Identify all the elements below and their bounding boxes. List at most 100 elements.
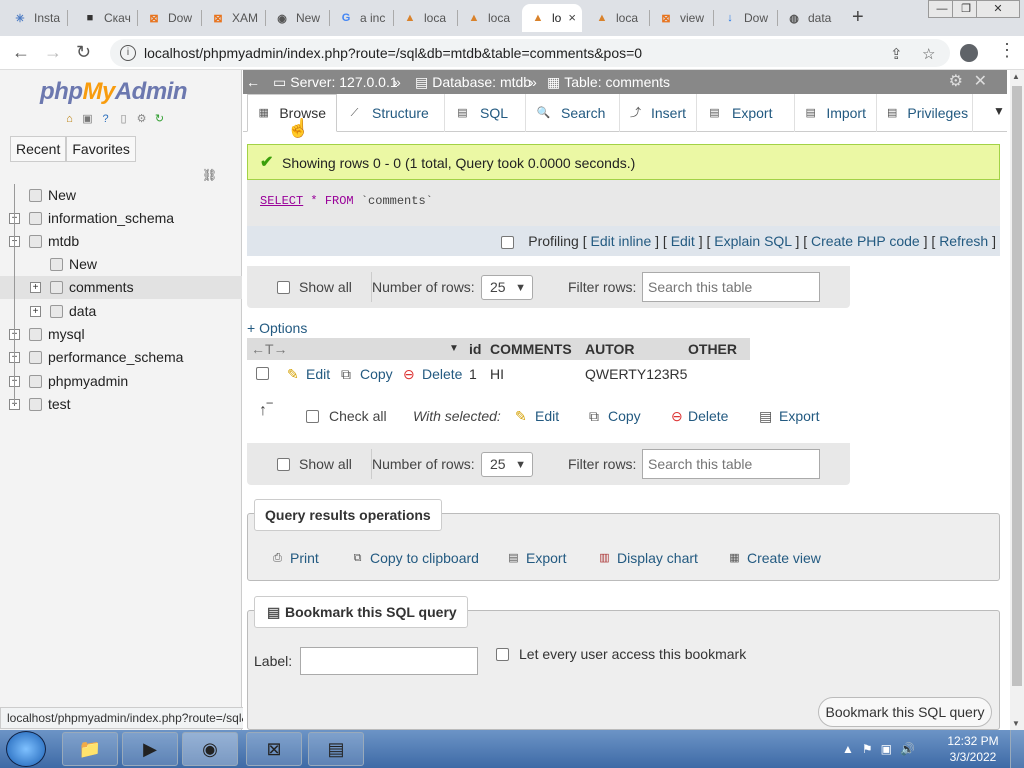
media-player-taskbar-icon[interactable]: ▶ [122, 732, 178, 766]
scroll-down-icon[interactable]: ▼ [1012, 719, 1020, 728]
breadcrumb-table[interactable]: ▦ Table: comments [547, 70, 670, 94]
bulk-edit-button[interactable]: Edit [535, 408, 559, 424]
close-window-button[interactable]: ✕ [976, 0, 1020, 18]
flag-icon[interactable]: ⚑ [862, 742, 873, 756]
options-link[interactable]: + Options [247, 320, 307, 336]
breadcrumb-server[interactable]: ▭ Server: 127.0.0.1 [273, 70, 398, 94]
column-header-comments[interactable]: COMMENTS [490, 338, 572, 360]
browser-tab[interactable]: ✳ Insta [4, 4, 64, 32]
browser-tab[interactable]: ⊠ Dow [138, 4, 198, 32]
tree-phpmyadmin[interactable]: +phpmyadmin [0, 370, 242, 393]
tree-data[interactable]: + data [0, 300, 242, 323]
refresh-link[interactable]: Refresh [939, 233, 988, 249]
favorites-tab[interactable]: Favorites [66, 136, 136, 162]
cell-autor[interactable]: QWERTY123R5 [585, 360, 687, 388]
browser-tab[interactable]: ↓ Dow [714, 4, 774, 32]
chrome-taskbar-icon[interactable]: ◉ [182, 732, 238, 766]
scroll-thumb[interactable] [1012, 86, 1022, 686]
browser-tab[interactable]: ◉ New [266, 4, 326, 32]
tree-mtdb[interactable]: −mtdb [0, 230, 242, 253]
reload-icon[interactable]: ↻ [76, 42, 91, 63]
edit-inline-link[interactable]: Edit inline [591, 233, 652, 249]
tree-new[interactable]: New [0, 184, 242, 207]
pencil-icon[interactable]: ✎ [287, 360, 299, 388]
address-bar[interactable]: i localhost/phpmyadmin/index.php?route=/… [110, 39, 950, 67]
link-with-main-icon[interactable]: ⛓ [202, 168, 217, 182]
home-icon[interactable]: ⌂ [62, 112, 77, 127]
network-icon[interactable]: ▣ [881, 742, 892, 756]
tab-privileges[interactable]: ▤ Privileges [877, 94, 973, 132]
gear-icon[interactable]: ⚙ [949, 70, 963, 94]
xampp-taskbar-icon[interactable]: ⊠ [246, 732, 302, 766]
show-all-checkbox[interactable] [277, 457, 290, 471]
row-delete-link[interactable]: Delete [422, 360, 462, 388]
create-view-link[interactable]: ▦ Create view [727, 550, 821, 566]
expand-icon[interactable]: + [30, 306, 41, 317]
tree-test[interactable]: + test [0, 393, 242, 416]
tray-expand-icon[interactable]: ▲ [842, 742, 854, 756]
browser-tab[interactable]: ▲ loca [458, 4, 518, 32]
bulk-export-button[interactable]: Export [779, 408, 819, 424]
explorer-taskbar-icon[interactable]: 📁 [62, 732, 118, 766]
browser-menu-icon[interactable]: ⋮ [998, 40, 1016, 61]
forward-icon[interactable]: → [44, 42, 62, 63]
settings-icon[interactable]: ⚙ [134, 112, 149, 127]
cell-comments[interactable]: HI [490, 360, 504, 388]
browser-tab[interactable]: ▲ lo × [522, 4, 582, 32]
delete-icon[interactable]: ⊖ [403, 360, 415, 388]
phpmyadmin-logo[interactable]: phpMyAdmin [40, 78, 188, 106]
bookmark-label-input[interactable] [300, 647, 478, 675]
breadcrumb-database[interactable]: ▤ Database: mtdb [415, 70, 531, 94]
bookmark-submit-button[interactable]: Bookmark this SQL query [818, 697, 992, 727]
browser-tab[interactable]: Ga inc [330, 4, 390, 32]
browser-tab[interactable]: ⊠ XAM [202, 4, 262, 32]
notepad-taskbar-icon[interactable]: ▤ [308, 732, 364, 766]
print-link[interactable]: ⎙ Print [270, 550, 319, 566]
tree-mysql[interactable]: +mysql [0, 323, 242, 346]
browser-tab[interactable]: ▲ loca [394, 4, 454, 32]
edit-link[interactable]: Edit [671, 233, 695, 249]
every-user-checkbox[interactable] [496, 648, 509, 661]
filter-rows-input[interactable]: Search this table [642, 449, 820, 479]
tab-sql[interactable]: ▤ SQL [445, 94, 526, 132]
row-edit-link[interactable]: Edit [306, 360, 330, 388]
bulk-copy-button[interactable]: Copy [608, 408, 641, 424]
site-info-icon[interactable]: i [120, 45, 136, 61]
rows-per-page-select[interactable]: 25 ▼ [481, 451, 533, 477]
volume-icon[interactable]: 🔊 [900, 742, 915, 756]
copy-clipboard-link[interactable]: ⧉ Copy to clipboard [350, 550, 479, 566]
tree-performance-schema[interactable]: +performance_schema [0, 346, 242, 369]
rows-per-page-select[interactable]: 25 ▼ [481, 274, 533, 300]
check-all-label[interactable]: Check all [329, 408, 387, 424]
browser-tab[interactable]: ▲ loca [586, 4, 646, 32]
tree-mtdb-new[interactable]: New [0, 253, 242, 276]
filter-rows-input[interactable]: Search this table [642, 272, 820, 302]
vertical-scrollbar[interactable]: ▲ ▼ [1010, 70, 1024, 730]
share-icon[interactable]: ⇪ [890, 45, 903, 63]
export-link[interactable]: ▤ Export [506, 550, 566, 566]
column-header-id[interactable]: id [469, 338, 481, 360]
browser-tab[interactable]: ■ Скач [74, 4, 134, 32]
copy-icon[interactable]: ⧉ [341, 360, 351, 388]
create-php-code-link[interactable]: Create PHP code [811, 233, 920, 249]
logout-icon[interactable]: ▣ [80, 112, 95, 127]
start-button[interactable] [6, 731, 46, 767]
taskbar-clock[interactable]: 12:32 PM 3/3/2022 [942, 733, 1004, 765]
docs-icon[interactable]: ▯ [116, 112, 131, 127]
tree-comments[interactable]: + comments [0, 276, 242, 299]
collapse-arrow-icon[interactable]: ← [246, 70, 260, 94]
close-tab-icon[interactable]: × [568, 10, 576, 25]
expand-icon[interactable]: + [30, 282, 41, 293]
tab-import[interactable]: ▤ Import [795, 94, 877, 132]
display-chart-link[interactable]: ▥ Display chart [597, 550, 698, 566]
column-header-autor[interactable]: AUTOR [585, 338, 635, 360]
new-tab-button[interactable]: + [852, 6, 864, 29]
tab-insert[interactable]: ⤴ Insert [620, 94, 697, 132]
row-copy-link[interactable]: Copy [360, 360, 393, 388]
browser-tab[interactable]: ◍ data [778, 4, 838, 32]
help-icon[interactable]: ? [98, 112, 113, 127]
profiling-checkbox[interactable] [501, 235, 515, 249]
profile-avatar[interactable] [960, 44, 978, 62]
column-resize-icon[interactable]: ←T→ [251, 338, 288, 360]
cell-id[interactable]: 1 [469, 360, 477, 388]
